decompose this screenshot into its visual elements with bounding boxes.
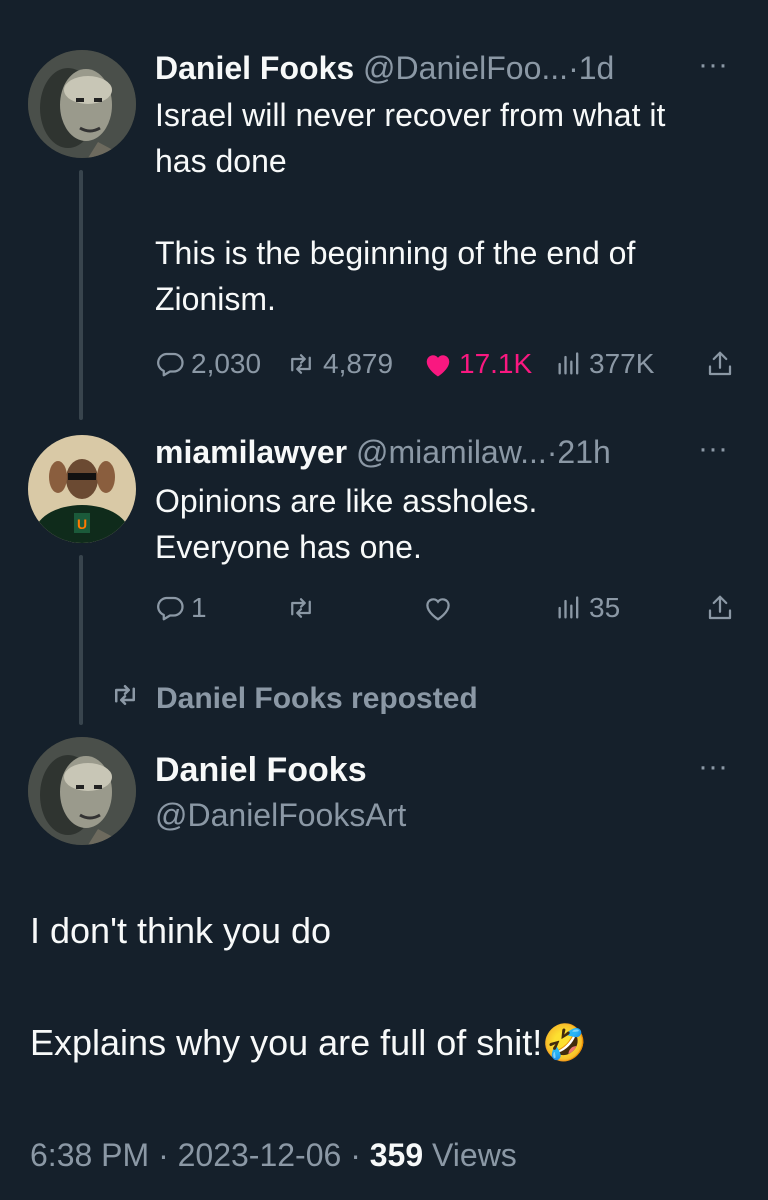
separator-dot: · <box>158 1137 169 1173</box>
avatar[interactable] <box>28 50 136 158</box>
views-button[interactable]: 35 <box>555 588 620 628</box>
tweet-text: Israel will never recover from what it h… <box>155 92 665 322</box>
views-label: Views <box>432 1137 517 1173</box>
thread-line <box>79 170 83 420</box>
reply-icon <box>155 349 185 379</box>
reply-count: 2,030 <box>191 348 262 379</box>
views-count[interactable]: 359 <box>370 1137 423 1173</box>
share-icon <box>705 593 735 623</box>
repost-icon <box>285 349 317 379</box>
repost-count: 4,879 <box>323 348 394 379</box>
like-button[interactable] <box>423 588 453 628</box>
more-icon[interactable]: ··· <box>698 48 728 82</box>
views-button[interactable]: 377K <box>555 344 654 384</box>
date[interactable]: 2023-12-06 <box>178 1137 342 1173</box>
timestamp[interactable]: 6:38 PM <box>30 1137 149 1173</box>
tweet-text-line: Zionism. <box>155 281 276 317</box>
repost-button[interactable]: 4,879 <box>285 344 393 384</box>
separator-dot: · <box>350 1137 361 1173</box>
author-handle[interactable]: @DanielFooksArt <box>155 795 406 835</box>
author-handle[interactable]: @miamilaw... <box>356 434 547 470</box>
repost-banner-text: Daniel Fooks reposted <box>156 682 478 715</box>
tweet-text-line: Opinions are like assholes. <box>155 483 538 519</box>
tweet-text-line: Explains why you are full of shit! <box>30 1022 543 1063</box>
svg-text:U: U <box>77 516 87 532</box>
reply-button[interactable]: 1 <box>155 588 207 628</box>
repost-button[interactable] <box>285 588 317 628</box>
views-icon <box>555 594 583 622</box>
tweet-header: Daniel Fooks @DanielFoo...·1d <box>155 48 614 88</box>
tweet-text-line: has done <box>155 143 287 179</box>
like-button[interactable]: 17.1K <box>423 344 532 384</box>
repost-icon <box>108 680 142 718</box>
separator-dot: · <box>546 434 558 470</box>
tweet-text: Opinions are like assholes. Everyone has… <box>155 478 537 570</box>
tweet-actions: 2,030 4,879 17.1K 377K <box>155 344 745 384</box>
more-icon[interactable]: ··· <box>698 432 728 466</box>
repost-icon <box>285 593 317 623</box>
tweet-text-line: I don't think you do <box>30 910 332 951</box>
tweet-text-line: This is the beginning of the end of <box>155 235 636 271</box>
like-count: 17.1K <box>459 348 533 379</box>
tweet-text: Explains why you are full of shit!🤣 <box>30 1020 587 1066</box>
share-button[interactable] <box>705 344 735 384</box>
tweet-text-line: Israel will never recover from what it <box>155 97 666 133</box>
tweet-header: miamilawyer @miamilaw...·21h <box>155 432 611 472</box>
timestamp[interactable]: 1d <box>579 50 615 86</box>
avatar[interactable]: U <box>28 435 136 543</box>
tweet-text-line: Everyone has one. <box>155 529 422 565</box>
repost-banner[interactable]: Daniel Fooks reposted <box>108 680 478 718</box>
author-name[interactable]: miamilawyer <box>155 434 347 470</box>
share-button[interactable] <box>705 588 735 628</box>
rofl-emoji: 🤣 <box>542 1022 588 1063</box>
author-handle[interactable]: @DanielFoo... <box>363 50 568 86</box>
reply-icon <box>155 593 185 623</box>
views-icon <box>555 350 583 378</box>
reply-count: 1 <box>191 592 207 623</box>
views-count: 35 <box>589 592 621 623</box>
tweet-meta: 6:38 PM · 2023-12-06 · 359 Views <box>30 1135 517 1175</box>
like-icon <box>423 350 453 378</box>
avatar[interactable] <box>28 737 136 845</box>
author-name[interactable]: Daniel Fooks <box>155 50 354 86</box>
separator-dot: · <box>568 50 579 86</box>
tweet-actions: 1 35 <box>155 588 745 628</box>
thread-line <box>79 555 83 725</box>
author-name[interactable]: Daniel Fooks <box>155 750 367 790</box>
like-icon <box>423 594 453 622</box>
views-count: 377K <box>589 348 655 379</box>
more-icon[interactable]: ··· <box>698 750 728 784</box>
reply-button[interactable]: 2,030 <box>155 344 261 384</box>
share-icon <box>705 349 735 379</box>
timestamp[interactable]: 21h <box>557 434 610 470</box>
